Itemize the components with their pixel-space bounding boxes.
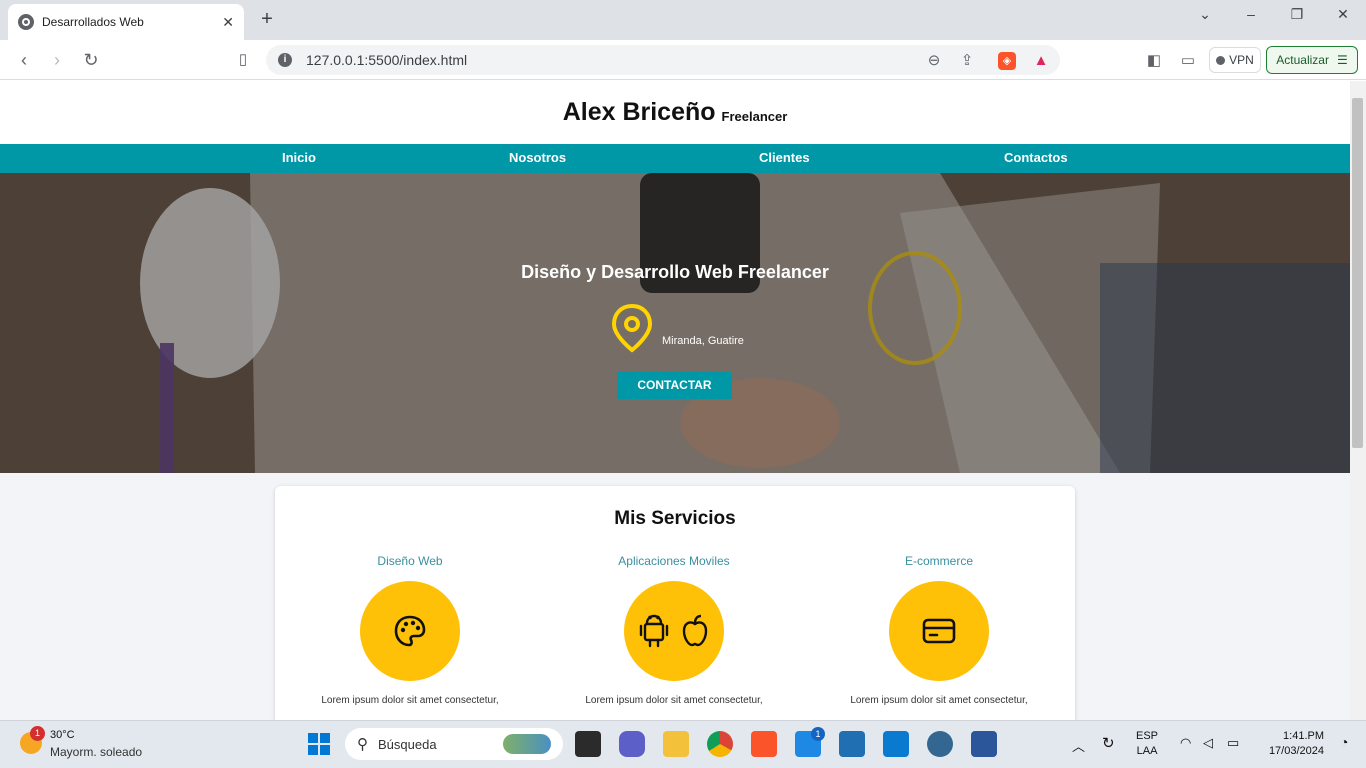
service-icon-circle xyxy=(889,581,989,681)
notepad-icon[interactable] xyxy=(839,731,865,757)
language-indicator[interactable]: ESP LAA xyxy=(1136,730,1158,757)
clock-date: 17/03/2024 xyxy=(1268,745,1324,757)
battery-icon[interactable]: ▭ xyxy=(1227,735,1239,751)
tray-overflow-icon[interactable]: ︿ xyxy=(1072,736,1085,755)
site-header: Alex Briceño Freelancer xyxy=(0,81,1350,144)
service-name[interactable]: Aplicaciones Moviles xyxy=(542,554,806,568)
service-name[interactable]: Diseño Web xyxy=(278,554,542,568)
restore-icon[interactable]: ❐ xyxy=(1282,6,1312,26)
services-title: Mis Servicios xyxy=(614,508,736,529)
android-icon xyxy=(639,614,669,648)
menu-icon: ☰ xyxy=(1336,53,1348,67)
scrollbar-thumb[interactable] xyxy=(1352,98,1363,448)
service-item: Aplicaciones Moviles Lorem ipsum dolor s… xyxy=(542,554,806,706)
close-window-icon[interactable]: ✕ xyxy=(1328,6,1358,26)
word-icon[interactable] xyxy=(971,731,997,757)
tab-search-icon[interactable]: ⌄ xyxy=(1190,6,1220,26)
language-code: ESP xyxy=(1136,730,1159,742)
vpn-status-icon xyxy=(1216,55,1226,65)
site-role: Freelancer xyxy=(721,109,788,124)
search-icon: ⚲ xyxy=(357,736,368,753)
close-tab-icon[interactable]: ✕ xyxy=(222,14,234,31)
palette-icon xyxy=(394,615,426,647)
clock[interactable]: 1:41.PM 17/03/2024 xyxy=(1258,730,1324,757)
nav-nosotros[interactable]: Nosotros xyxy=(509,150,566,165)
service-icon-circle xyxy=(624,581,724,681)
search-placeholder: Búsqueda xyxy=(378,736,437,752)
web-page: Alex Briceño Freelancer Inicio Nosotros … xyxy=(0,81,1350,720)
search-highlight-icon xyxy=(503,734,551,754)
brave-rewards-icon[interactable]: ▲ xyxy=(1032,52,1050,70)
volume-icon[interactable]: ◁ xyxy=(1203,735,1213,751)
url-text[interactable]: 127.0.0.1:5500/index.html xyxy=(306,52,467,68)
brave-shields-icon[interactable]: ◈ xyxy=(998,52,1016,70)
service-name[interactable]: E-commerce xyxy=(807,554,1071,568)
forward-icon[interactable]: › xyxy=(45,48,69,72)
services-card: Mis Servicios Diseño Web Lorem ipsum dol… xyxy=(275,486,1075,720)
sync-icon[interactable]: ↻ xyxy=(1102,734,1115,752)
apple-icon xyxy=(682,614,708,647)
weather-temp[interactable]: 30°C xyxy=(50,729,75,741)
globe-icon xyxy=(18,14,34,30)
service-text: Lorem ipsum dolor sit amet consectetur, xyxy=(850,695,1028,706)
location-pin-icon xyxy=(611,303,653,353)
weather-badge: 1 xyxy=(30,726,45,741)
contact-button[interactable]: CONTACTAR xyxy=(617,372,732,399)
nav-inicio[interactable]: Inicio xyxy=(282,150,316,165)
weather-desc[interactable]: Mayorm. soleado xyxy=(50,745,142,759)
chrome-icon[interactable] xyxy=(707,731,733,757)
hero-banner: Diseño y Desarrollo Web Freelancer Miran… xyxy=(0,173,1350,473)
hero-background-image xyxy=(0,173,1350,473)
main-nav: Inicio Nosotros Clientes Contactos xyxy=(0,144,1350,173)
vscode-icon[interactable] xyxy=(883,731,909,757)
file-explorer-icon[interactable] xyxy=(663,731,689,757)
app-badge: 1 xyxy=(811,727,825,741)
wallet-icon[interactable]: ▭ xyxy=(1179,52,1197,70)
notifications-icon[interactable]: ◔ xyxy=(1340,734,1348,750)
nav-contactos[interactable]: Contactos xyxy=(1004,150,1068,165)
back-icon[interactable]: ‹ xyxy=(12,48,36,72)
sidebar-icon[interactable]: ◧ xyxy=(1145,52,1163,70)
wifi-icon[interactable]: ◠ xyxy=(1180,735,1191,751)
new-tab-button[interactable]: + xyxy=(256,8,278,30)
bookmark-icon[interactable]: ▯ xyxy=(231,48,255,72)
zoom-icon[interactable]: ⊖ xyxy=(925,52,943,70)
brave-icon[interactable] xyxy=(751,731,777,757)
task-view-icon[interactable] xyxy=(575,731,601,757)
taskbar-search[interactable]: ⚲ Búsqueda xyxy=(345,728,563,760)
keyboard-layout: LAA xyxy=(1136,745,1158,757)
browser-tab[interactable]: Desarrollados Web ✕ xyxy=(8,4,244,40)
update-button[interactable]: Actualizar ☰ xyxy=(1266,46,1358,74)
service-item: E-commerce Lorem ipsum dolor sit amet co… xyxy=(807,554,1071,706)
service-text: Lorem ipsum dolor sit amet consectetur, xyxy=(321,695,499,706)
tab-title: Desarrollados Web xyxy=(42,15,144,29)
site-name: Alex Briceño xyxy=(562,98,716,126)
minimize-icon[interactable]: – xyxy=(1236,6,1266,26)
postgresql-icon[interactable] xyxy=(927,731,953,757)
nav-clientes[interactable]: Clientes xyxy=(759,150,810,165)
meet-icon[interactable] xyxy=(619,731,645,757)
hero-title: Diseño y Desarrollo Web Freelancer xyxy=(521,262,829,282)
clock-time: 1:41.PM xyxy=(1283,730,1324,742)
share-icon[interactable]: ⇪ xyxy=(958,52,976,70)
service-icon-circle xyxy=(360,581,460,681)
windows-start-icon[interactable] xyxy=(307,732,331,756)
vpn-button[interactable]: VPN xyxy=(1209,47,1261,73)
service-text: Lorem ipsum dolor sit amet consectetur, xyxy=(585,695,763,706)
credit-card-icon xyxy=(922,618,956,644)
reload-icon[interactable]: ↻ xyxy=(79,48,103,72)
location-text: Miranda, Guatire xyxy=(662,335,744,347)
site-info-icon[interactable]: i xyxy=(278,53,292,67)
vpn-label: VPN xyxy=(1229,53,1254,67)
update-label: Actualizar xyxy=(1276,53,1329,67)
service-item: Diseño Web Lorem ipsum dolor sit amet co… xyxy=(278,554,542,706)
